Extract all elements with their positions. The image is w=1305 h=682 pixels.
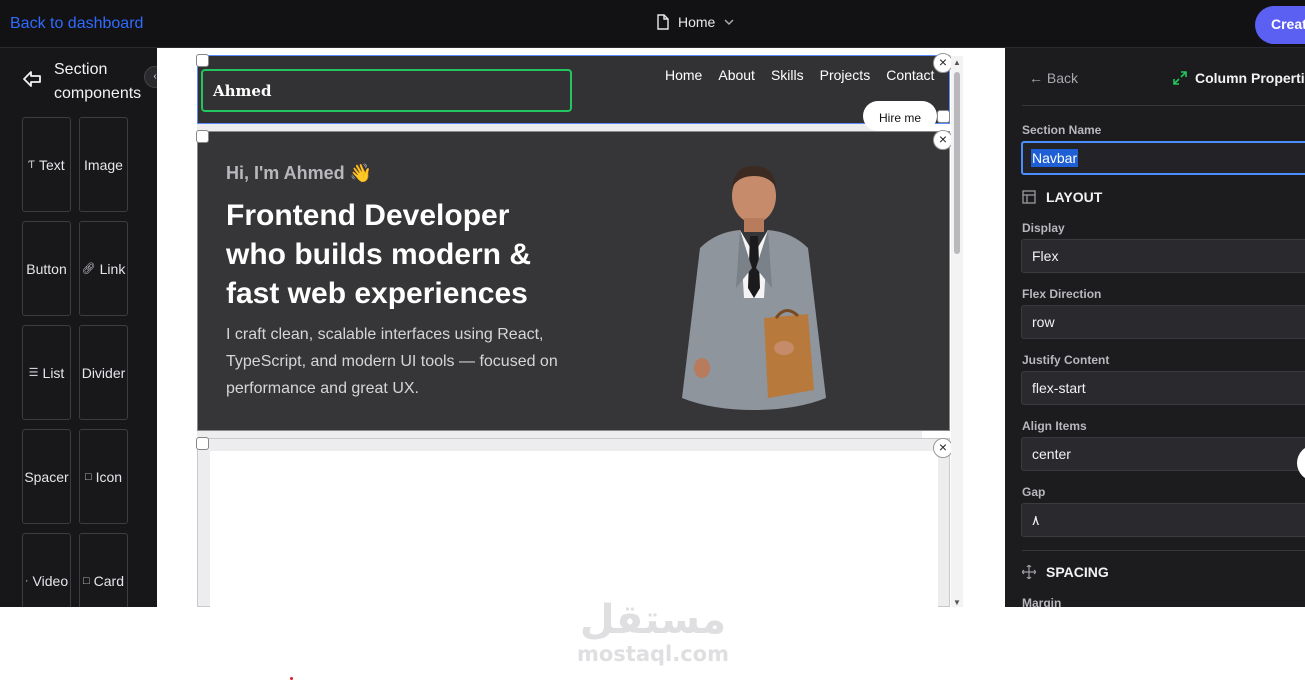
profile-photo [682, 166, 826, 410]
hero-headline: Frontend Developer who builds modern & f… [226, 199, 531, 310]
panel-title-line2: components [54, 85, 142, 102]
component-label: Spacer [24, 468, 69, 485]
component-list[interactable]: ☰ List [22, 325, 71, 420]
component-label: Button [26, 260, 67, 277]
remove-section-button[interactable]: × [933, 130, 953, 150]
layout-icon [1022, 190, 1036, 204]
component-label: Icon [95, 468, 123, 485]
page-name: Home [678, 14, 716, 30]
logo-text: Ahmed [213, 82, 272, 100]
expand-icon[interactable] [1173, 71, 1187, 85]
nav-link-skills[interactable]: Skills [771, 67, 804, 83]
spacing-heading: SPACING [1022, 564, 1109, 580]
dot-icon: · [24, 574, 29, 587]
square-icon: □ [82, 574, 90, 587]
component-label: Video [32, 572, 69, 589]
justify-content-select[interactable]: flex-start [1021, 371, 1305, 405]
properties-title: Column Propertie [1173, 70, 1305, 86]
display-label: Display [1022, 221, 1065, 235]
align-items-label: Align Items [1022, 419, 1087, 433]
component-link[interactable]: 🔗︎ Link [79, 221, 128, 316]
align-items-select[interactable]: center [1021, 437, 1305, 471]
link-icon: 🔗︎ [81, 263, 96, 275]
components-panel-header: Section components [22, 58, 157, 106]
component-card[interactable]: □ Card [79, 533, 128, 607]
app-window: Back to dashboard Home Creat Section com… [0, 0, 1305, 607]
selected-column[interactable]: Ahmed [201, 69, 572, 112]
editor-canvas: Ahmed Home About Skills Projects Contact… [157, 48, 1005, 607]
nav-link-contact[interactable]: Contact [886, 67, 934, 83]
navbar-section[interactable]: Ahmed Home About Skills Projects Contact… [197, 55, 950, 131]
hero-description: I craft clean, scalable interfaces using… [226, 326, 558, 397]
section-name-label: Section Name [1022, 123, 1102, 137]
component-label: Card [93, 572, 124, 589]
properties-title-text: Column Propertie [1195, 70, 1305, 86]
divider [1022, 105, 1305, 106]
component-label: Text [39, 156, 65, 173]
chevron-down-icon [724, 19, 734, 26]
component-spacer[interactable]: Spacer [22, 429, 71, 524]
square-icon: □ [84, 470, 92, 483]
empty-section[interactable] [197, 438, 950, 607]
page-selector[interactable]: Home [656, 14, 735, 30]
gap-input[interactable]: ٨ [1021, 503, 1305, 537]
layout-heading: LAYOUT [1022, 189, 1102, 205]
nav-link-home[interactable]: Home [665, 67, 702, 83]
section-drag-handle[interactable] [196, 130, 209, 143]
component-divider[interactable]: Divider [79, 325, 128, 420]
watermark-latin: mostaql.com [577, 642, 729, 666]
hero-greeting: Hi, I'm Ahmed 👋 [226, 163, 373, 183]
margin-label: Margin [1022, 596, 1062, 607]
back-arrow-icon[interactable] [22, 70, 42, 88]
red-dot [290, 677, 293, 680]
flex-direction-label: Flex Direction [1022, 287, 1102, 301]
component-label: Image [84, 156, 123, 173]
back-to-dashboard-link[interactable]: Back to dashboard [10, 15, 143, 33]
properties-back-button[interactable]: ← Back [1029, 70, 1078, 86]
top-bar: Back to dashboard Home Creat [0, 0, 1305, 48]
flex-direction-select[interactable]: row [1021, 305, 1305, 339]
scroll-down-icon[interactable]: ▼ [953, 598, 961, 607]
list-icon: ☰ [28, 367, 39, 379]
component-icon[interactable]: □ Icon [79, 429, 128, 524]
gap-label: Gap [1022, 485, 1046, 499]
text-icon: Ƭ [28, 158, 36, 171]
spacing-heading-text: SPACING [1046, 564, 1109, 580]
hero-section[interactable]: Hi, I'm Ahmed 👋 Frontend Developer who b… [197, 131, 950, 431]
move-icon [1022, 565, 1036, 579]
nav-links: Home About Skills Projects Contact [665, 67, 934, 83]
properties-panel: ← Back Column Propertie Section Name Nav… [1005, 48, 1305, 607]
column-resize-handle[interactable] [937, 110, 950, 123]
component-label: Link [99, 260, 126, 277]
nav-link-projects[interactable]: Projects [820, 67, 871, 83]
scroll-up-icon[interactable]: ▲ [953, 58, 961, 67]
panel-title-line1: Section [54, 61, 108, 78]
component-image[interactable]: Image [79, 117, 128, 212]
component-video[interactable]: · Video [22, 533, 71, 607]
component-label: Divider [81, 364, 126, 381]
divider [1022, 550, 1305, 551]
section-drag-handle[interactable] [196, 437, 209, 450]
section-name-input[interactable]: Navbar [1021, 141, 1305, 175]
empty-column[interactable] [210, 451, 938, 607]
hire-me-button[interactable]: Hire me [863, 101, 937, 131]
watermark: مستقل mostaql.com [572, 597, 734, 665]
remove-section-button[interactable]: × [933, 438, 953, 458]
page-icon [657, 14, 669, 30]
component-button[interactable]: Button [22, 221, 71, 316]
component-text[interactable]: Ƭ Text [22, 117, 71, 212]
section-drag-handle[interactable] [196, 54, 209, 67]
nav-link-about[interactable]: About [718, 67, 755, 83]
section-name-value: Navbar [1031, 149, 1079, 167]
canvas-scroll-thumb[interactable] [954, 72, 960, 254]
component-label: List [42, 364, 65, 381]
remove-section-button[interactable]: × [933, 53, 953, 73]
display-select[interactable]: Flex [1021, 239, 1305, 273]
layout-heading-text: LAYOUT [1046, 189, 1103, 205]
justify-content-label: Justify Content [1022, 353, 1110, 367]
components-panel: Section components ‹ Ƭ Text Image Button… [0, 48, 166, 607]
watermark-arabic: مستقل [579, 597, 727, 643]
create-button[interactable]: Creat [1255, 6, 1305, 44]
